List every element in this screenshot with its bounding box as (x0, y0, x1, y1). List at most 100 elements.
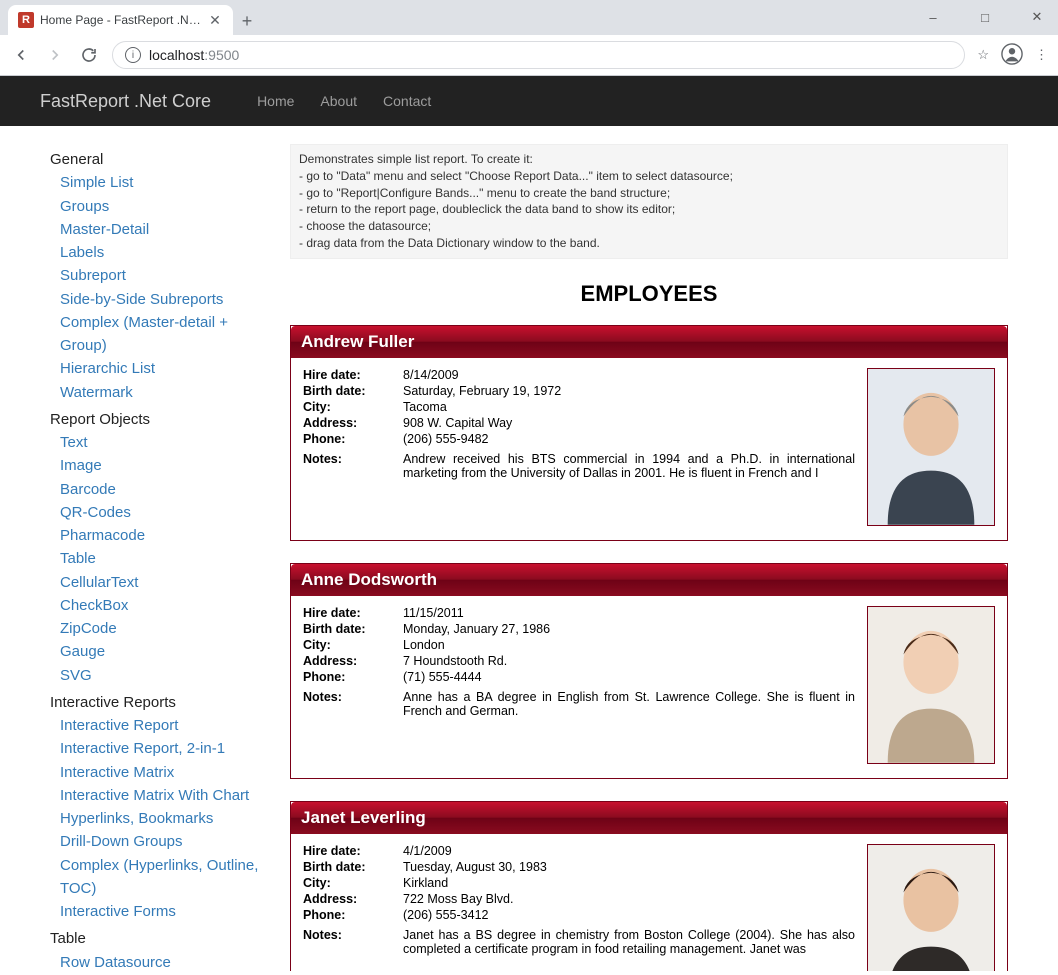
report-title: EMPLOYEES (290, 281, 1008, 307)
sidebar-item[interactable]: Hierarchic List (50, 357, 260, 380)
account-icon[interactable] (1001, 43, 1023, 68)
field-label: Hire date: (303, 844, 403, 858)
field-label: Birth date: (303, 622, 403, 636)
employee-body: Hire date:11/15/2011 Birth date:Monday, J… (291, 596, 1007, 778)
sidebar-item[interactable]: CheckBox (50, 594, 260, 617)
sidebar-item[interactable]: Interactive Report (50, 714, 260, 737)
employee-body: Hire date:8/14/2009Birth date:Saturday, … (291, 358, 1007, 540)
sidebar-item[interactable]: Simple List (50, 171, 260, 194)
sidebar-heading: Table (50, 927, 260, 950)
field-value: Tacoma (403, 400, 855, 414)
field-row: Hire date:8/14/2009 (303, 368, 855, 382)
sidebar-item[interactable]: SVG (50, 664, 260, 687)
navbar-brand[interactable]: FastReport .Net Core (40, 91, 211, 112)
sidebar-item[interactable]: CellularText (50, 571, 260, 594)
field-value: 908 W. Capital Way (403, 416, 855, 430)
sidebar-item[interactable]: Pharmacode (50, 524, 260, 547)
close-tab-icon[interactable]: ✕ (207, 12, 223, 28)
field-label: Notes: (303, 452, 403, 480)
instruction-line: - choose the datasource; (299, 218, 999, 235)
sidebar-item[interactable]: Complex (Master-detail + Group) (50, 311, 260, 358)
employee-photo (867, 606, 995, 764)
field-label: Phone: (303, 670, 403, 684)
employee-fields: Hire date:8/14/2009Birth date:Saturday, … (303, 368, 855, 526)
employee-card: Andrew FullerHire date:8/14/2009Birth da… (290, 325, 1008, 541)
back-button[interactable] (10, 44, 32, 66)
sidebar-item[interactable]: Image (50, 454, 260, 477)
field-label: Notes: (303, 928, 403, 956)
field-row: City:London (303, 638, 855, 652)
new-tab-button[interactable]: + (233, 7, 261, 35)
reload-button[interactable] (78, 44, 100, 66)
site-info-icon[interactable]: i (125, 47, 141, 63)
instruction-line: - go to "Data" menu and select "Choose R… (299, 168, 999, 185)
field-value: 7 Houndstooth Rd. (403, 654, 855, 668)
field-row: Birth date:Monday, January 27, 1986 (303, 622, 855, 636)
sidebar-item[interactable]: Interactive Matrix With Chart (50, 784, 260, 807)
kebab-menu-icon[interactable]: ⋮ (1035, 47, 1048, 63)
sidebar-item[interactable]: Groups (50, 195, 260, 218)
sidebar-item[interactable]: Table (50, 547, 260, 570)
instruction-line: - go to "Report|Configure Bands..." menu… (299, 185, 999, 202)
bookmark-star-icon[interactable]: ☆ (977, 47, 989, 63)
sidebar-item[interactable]: Drill-Down Groups (50, 830, 260, 853)
field-value: Tuesday, August 30, 1983 (403, 860, 855, 874)
field-value: London (403, 638, 855, 652)
employee-card: Anne DodsworthHire date:11/15/2011Birth … (290, 563, 1008, 779)
nav-link-about[interactable]: About (320, 93, 357, 109)
maximize-button[interactable]: □ (970, 6, 1000, 28)
browser-tab[interactable]: R Home Page - FastReport .Net Co ✕ (8, 5, 233, 35)
main-panel: Demonstrates simple list report. To crea… (290, 144, 1038, 971)
sidebar-item[interactable]: ZipCode (50, 617, 260, 640)
field-row: Address:908 W. Capital Way (303, 416, 855, 430)
field-row: City:Tacoma (303, 400, 855, 414)
sidebar-item[interactable]: Subreport (50, 264, 260, 287)
field-row: Hire date:11/15/2011 (303, 606, 855, 620)
sidebar-item[interactable]: Row Datasource (50, 951, 260, 972)
field-value: 722 Moss Bay Blvd. (403, 892, 855, 906)
sidebar-heading: Interactive Reports (50, 691, 260, 714)
sidebar: GeneralSimple ListGroupsMaster-DetailLab… (50, 144, 260, 971)
sidebar-item[interactable]: Labels (50, 241, 260, 264)
sidebar-item[interactable]: Barcode (50, 478, 260, 501)
employee-photo (867, 368, 995, 526)
notes-value: Janet has a BS degree in chemistry from … (403, 928, 855, 956)
sidebar-item[interactable]: Text (50, 431, 260, 454)
field-row: City:Kirkland (303, 876, 855, 890)
sidebar-item[interactable]: QR-Codes (50, 501, 260, 524)
field-row: Birth date:Tuesday, August 30, 1983 (303, 860, 855, 874)
field-value: (71) 555-4444 (403, 670, 855, 684)
nav-link-contact[interactable]: Contact (383, 93, 431, 109)
employee-fields: Hire date:4/1/2009 Birth date:Tuesday, Au… (303, 844, 855, 971)
close-window-button[interactable]: ✕ (1022, 6, 1052, 28)
sidebar-item[interactable]: Gauge (50, 640, 260, 663)
sidebar-item[interactable]: Complex (Hyperlinks, Outline, TOC) (50, 854, 260, 901)
content-area: GeneralSimple ListGroupsMaster-DetailLab… (0, 126, 1058, 971)
field-label: City: (303, 400, 403, 414)
minimize-button[interactable]: – (918, 6, 948, 28)
instruction-line: Demonstrates simple list report. To crea… (299, 151, 999, 168)
nav-link-home[interactable]: Home (257, 93, 294, 109)
sidebar-heading: Report Objects (50, 408, 260, 431)
field-row: Hire date:4/1/2009 (303, 844, 855, 858)
instruction-line: - drag data from the Data Dictionary win… (299, 235, 999, 252)
sidebar-item[interactable]: Interactive Matrix (50, 761, 260, 784)
field-row: Address:7 Houndstooth Rd. (303, 654, 855, 668)
url-port: :9500 (204, 47, 239, 63)
sidebar-item[interactable]: Watermark (50, 381, 260, 404)
forward-button (44, 44, 66, 66)
browser-chrome: – □ ✕ R Home Page - FastReport .Net Co ✕… (0, 0, 1058, 76)
sidebar-item[interactable]: Side-by-Side Subreports (50, 288, 260, 311)
employee-name-header: Janet Leverling (291, 802, 1007, 834)
sidebar-item[interactable]: Interactive Report, 2-in-1 (50, 737, 260, 760)
field-label: Hire date: (303, 606, 403, 620)
field-row: Phone:(71) 555-4444 (303, 670, 855, 684)
sidebar-item[interactable]: Hyperlinks, Bookmarks (50, 807, 260, 830)
sidebar-item[interactable]: Interactive Forms (50, 900, 260, 923)
sidebar-item[interactable]: Master-Detail (50, 218, 260, 241)
field-row: Phone:(206) 555-3412 (303, 908, 855, 922)
address-bar[interactable]: i localhost:9500 (112, 41, 965, 69)
employee-photo (867, 844, 995, 971)
field-value: Saturday, February 19, 1972 (403, 384, 855, 398)
field-label: Address: (303, 654, 403, 668)
